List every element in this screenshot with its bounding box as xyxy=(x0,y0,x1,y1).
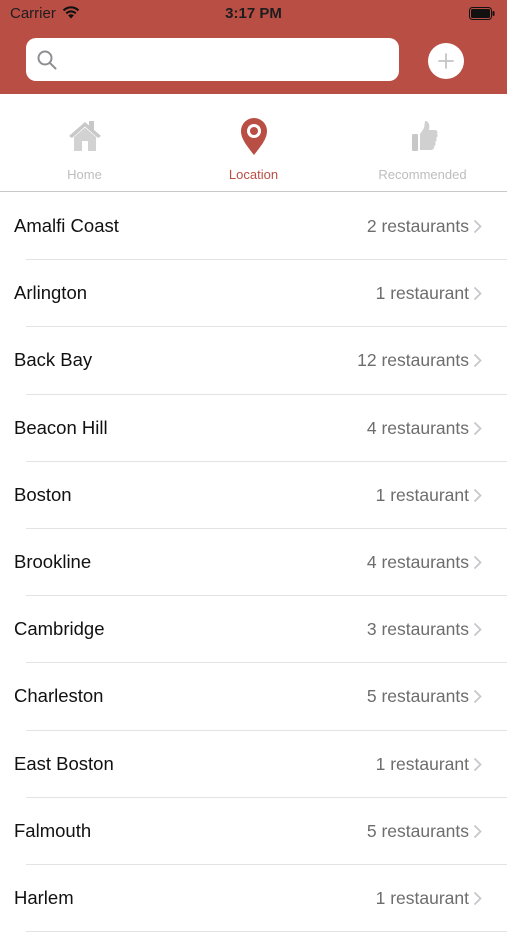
list-item[interactable]: Cambridge 3 restaurants xyxy=(0,596,507,664)
chevron-right-icon xyxy=(473,757,482,771)
list-item[interactable]: Beacon Hill 4 restaurants xyxy=(0,395,507,462)
status-time: 3:17 PM xyxy=(225,5,282,22)
chevron-right-icon xyxy=(473,555,482,570)
add-button[interactable] xyxy=(428,43,464,79)
chevron-right-icon xyxy=(473,219,482,234)
restaurant-count: 4 restaurants xyxy=(366,417,469,438)
restaurant-count: 1 restaurant xyxy=(375,753,469,774)
list-item[interactable]: Charleston 5 restaurants xyxy=(0,663,507,731)
tab-recommended-label: Recommended xyxy=(378,167,467,182)
location-name: Back Bay xyxy=(14,349,93,371)
thumbs-up-icon xyxy=(411,121,438,151)
status-bar: Carrier 3:17 PM xyxy=(0,0,507,28)
restaurant-count: 4 restaurants xyxy=(366,551,469,572)
list-item[interactable]: Brookline 4 restaurants xyxy=(0,529,507,597)
restaurant-count: 12 restaurants xyxy=(357,350,469,371)
restaurant-count: 5 restaurants xyxy=(366,686,469,707)
search-icon xyxy=(37,50,57,70)
restaurant-count: 3 restaurants xyxy=(366,619,469,640)
chevron-right-icon xyxy=(473,622,482,637)
list-item[interactable]: Amalfi Coast 2 restaurants xyxy=(0,193,507,261)
location-name: East Boston xyxy=(14,752,114,774)
search-input[interactable] xyxy=(70,44,389,77)
chevron-right-icon xyxy=(473,421,482,435)
list-item[interactable]: Falmouth 5 restaurants xyxy=(0,798,507,866)
tab-bar: Home Location Recommended xyxy=(0,94,507,192)
tab-location[interactable]: Location xyxy=(169,94,338,190)
tab-home-label: Home xyxy=(67,167,102,182)
chevron-right-icon xyxy=(473,287,482,301)
restaurant-count: 1 restaurant xyxy=(375,887,469,908)
list-item[interactable]: East Boston 1 restaurant xyxy=(0,731,507,798)
location-name: Charleston xyxy=(14,685,104,707)
location-list: Amalfi Coast 2 restaurants Arlington 1 r… xyxy=(0,193,507,932)
tab-recommended[interactable]: Recommended xyxy=(338,94,507,190)
list-item[interactable]: Boston 1 restaurant xyxy=(0,462,507,530)
location-pin-icon xyxy=(240,118,267,155)
tab-home[interactable]: Home xyxy=(0,94,169,190)
chevron-right-icon xyxy=(473,690,482,704)
restaurant-count: 2 restaurants xyxy=(366,216,469,236)
location-name: Boston xyxy=(14,483,72,505)
list-item[interactable]: Back Bay 12 restaurants xyxy=(0,327,507,395)
location-name: Falmouth xyxy=(14,819,92,841)
tab-location-label: Location xyxy=(228,167,279,182)
location-name: Harlem xyxy=(14,886,74,908)
battery-icon xyxy=(469,7,495,20)
restaurant-count: 5 restaurants xyxy=(366,820,469,841)
plus-icon xyxy=(438,53,454,69)
search-field[interactable] xyxy=(26,38,399,81)
chevron-right-icon xyxy=(473,354,482,368)
location-name: Beacon Hill xyxy=(14,416,108,438)
location-name: Amalfi Coast xyxy=(14,215,119,236)
list-item[interactable]: Harlem 1 restaurant xyxy=(0,865,507,932)
home-icon xyxy=(68,121,101,151)
location-name: Brookline xyxy=(14,550,92,572)
location-name: Arlington xyxy=(14,282,88,304)
chevron-right-icon xyxy=(473,824,482,838)
restaurant-count: 1 restaurant xyxy=(375,283,469,304)
restaurant-count: 1 restaurant xyxy=(375,484,469,505)
chevron-right-icon xyxy=(473,891,482,906)
location-name: Cambridge xyxy=(14,618,105,640)
header-bar: Carrier 3:17 PM xyxy=(0,0,507,94)
chevron-right-icon xyxy=(473,488,482,502)
list-item[interactable]: Arlington 1 restaurant xyxy=(0,260,507,328)
